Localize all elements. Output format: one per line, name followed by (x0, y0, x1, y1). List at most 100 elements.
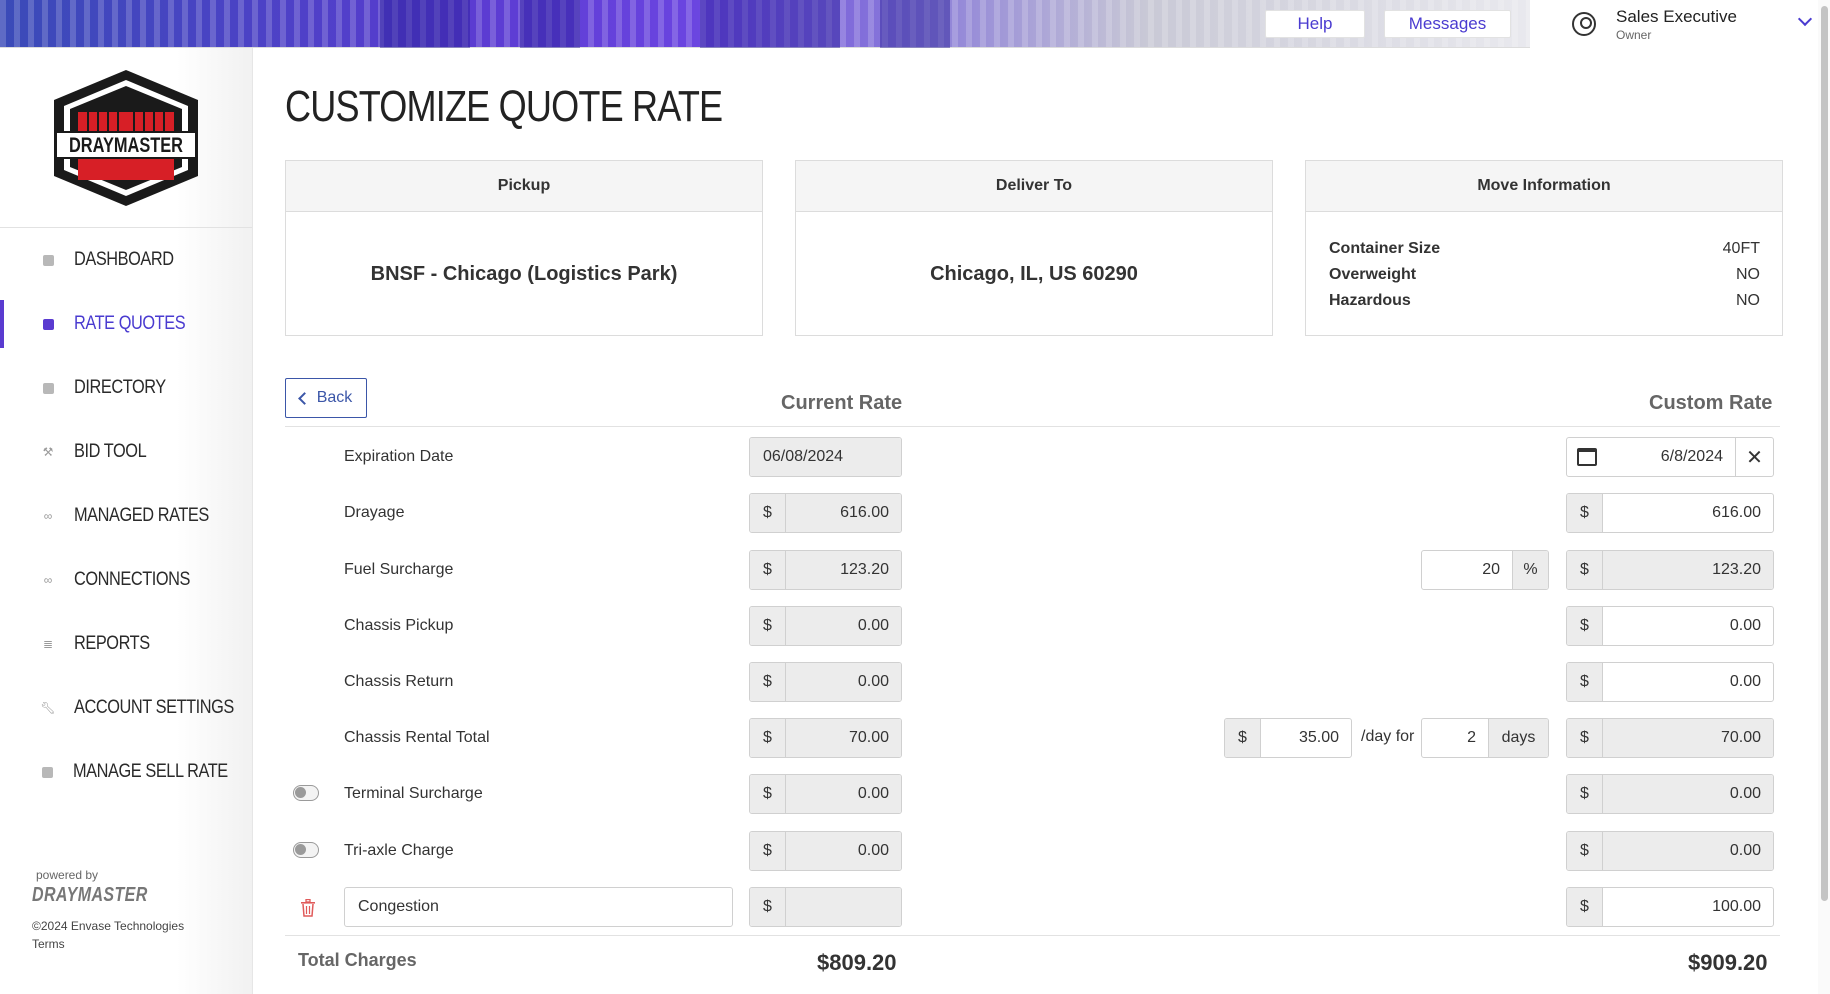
custom-chassis-return-input[interactable]: $ 0.00 (1566, 662, 1774, 702)
current-chassis-return-field: $ 0.00 (749, 662, 902, 702)
custom-drayage-input[interactable]: $ 616.00 (1566, 493, 1774, 533)
chassis-pickup-label: Chassis Pickup (344, 617, 454, 634)
sidebar-item-label: MANAGE SELL RATE (73, 761, 228, 782)
custom-triaxle-charge-value: 0.00 (1603, 832, 1773, 870)
drayage-label: Drayage (344, 504, 405, 521)
terms-link[interactable]: Terms (32, 935, 184, 953)
sidebar-item-reports[interactable]: ≣ REPORTS (0, 612, 252, 676)
terminal-surcharge-label: Terminal Surcharge (344, 785, 483, 802)
checkbox-icon (42, 318, 54, 330)
custom-rate-header: Custom Rate (1649, 392, 1773, 414)
fuel-surcharge-percent-value[interactable]: 20 (1422, 551, 1512, 589)
current-triaxle-charge-field: $ 0.00 (749, 831, 902, 871)
triaxle-charge-toggle[interactable] (293, 842, 319, 858)
custom-charge-name-input[interactable]: Congestion (344, 887, 733, 927)
hazardous-value: NO (1736, 292, 1760, 309)
scrollbar-thumb[interactable] (1821, 6, 1828, 901)
current-expiration-date-value: 06/08/2024 (750, 438, 901, 476)
chassis-per-day-rate-input[interactable]: $ 35.00 (1224, 718, 1352, 758)
custom-terminal-surcharge-field: $ 0.00 (1566, 774, 1774, 814)
current-chassis-return-value: 0.00 (786, 663, 901, 701)
current-total-charges: $809.20 (817, 950, 897, 975)
back-button[interactable]: Back (285, 378, 367, 418)
sidebar-item-rate-quotes[interactable]: RATE QUOTES (0, 292, 252, 356)
custom-congestion-value[interactable]: 100.00 (1603, 888, 1773, 926)
sidebar-item-bid-tool[interactable]: ⚒ BID TOOL (0, 420, 252, 484)
wrench-icon: 🔧︎ (40, 701, 56, 715)
sidebar: DRAYMASTER DASHBOARD RATE QUOTES DIRECTO… (0, 48, 253, 994)
close-icon[interactable]: ✕ (1735, 438, 1773, 476)
dollar-addon: $ (750, 775, 786, 813)
trash-icon[interactable] (300, 899, 316, 917)
chassis-rental-label: Chassis Rental Total (344, 729, 490, 746)
chassis-days-input[interactable]: 2 days (1421, 718, 1549, 758)
move-information-card-header: Move Information (1306, 161, 1782, 212)
sidebar-item-directory[interactable]: DIRECTORY (0, 356, 252, 420)
custom-chassis-pickup-input[interactable]: $ 0.00 (1566, 606, 1774, 646)
dollar-addon: $ (1225, 719, 1261, 757)
sidebar-item-label: CONNECTIONS (74, 569, 191, 590)
top-bar: Help Messages Sales Executive Owner (0, 0, 1830, 48)
current-congestion-value (786, 888, 901, 926)
chassis-return-row: Chassis Return $ 0.00 $ 0.00 (285, 662, 1780, 702)
sidebar-item-label: ACCOUNT SETTINGS (74, 697, 234, 718)
current-terminal-surcharge-value: 0.00 (786, 775, 901, 813)
dollar-addon: $ (750, 494, 786, 532)
messages-button[interactable]: Messages (1384, 10, 1511, 38)
dollar-addon: $ (1567, 888, 1603, 926)
custom-congestion-input[interactable]: $ 100.00 (1566, 887, 1774, 927)
link-icon: ∞ (43, 509, 53, 523)
sidebar-item-manage-sell-rate[interactable]: MANAGE SELL RATE (0, 740, 252, 804)
deliver-to-location: Chicago, IL, US 60290 (930, 262, 1138, 285)
chassis-days-value[interactable]: 2 (1422, 719, 1488, 757)
chevron-down-icon[interactable] (1797, 11, 1813, 27)
dollar-addon: $ (1567, 607, 1603, 645)
fuel-surcharge-percent-input[interactable]: 20 % (1421, 550, 1549, 590)
custom-chassis-pickup-value[interactable]: 0.00 (1603, 607, 1773, 645)
document-icon (42, 766, 53, 778)
custom-chassis-return-value[interactable]: 0.00 (1603, 663, 1773, 701)
dollar-addon: $ (750, 719, 786, 757)
custom-expiration-date-picker[interactable]: 6/8/2024 ✕ (1566, 437, 1774, 477)
overweight-value: NO (1736, 266, 1760, 283)
drayage-row: Drayage $ 616.00 $ 616.00 (285, 493, 1780, 533)
sidebar-item-label: DIRECTORY (74, 377, 166, 398)
user-menu[interactable]: Sales Executive Owner (1570, 4, 1820, 44)
logo[interactable]: DRAYMASTER (0, 48, 252, 228)
triaxle-charge-row: Tri-axle Charge $ 0.00 $ 0.00 (285, 831, 1780, 871)
sidebar-item-managed-rates[interactable]: ∞ MANAGED RATES (0, 484, 252, 548)
triaxle-charge-label: Tri-axle Charge (344, 842, 454, 859)
chassis-pickup-row: Chassis Pickup $ 0.00 $ 0.00 (285, 606, 1780, 646)
current-drayage-value: 616.00 (786, 494, 901, 532)
custom-drayage-value[interactable]: 616.00 (1603, 494, 1773, 532)
sidebar-item-label: REPORTS (74, 633, 150, 654)
dollar-addon: $ (750, 551, 786, 589)
hazardous-label: Hazardous (1329, 292, 1411, 309)
sidebar-item-connections[interactable]: ∞ CONNECTIONS (0, 548, 252, 612)
back-button-label: Back (316, 389, 353, 406)
expiration-date-row: Expiration Date 06/08/2024 6/8/2024 ✕ (285, 437, 1780, 477)
custom-expiration-date-value[interactable]: 6/8/2024 (1607, 438, 1735, 476)
hazardous-row: Hazardous NO (1306, 288, 1782, 314)
dollar-addon: $ (750, 888, 786, 926)
help-button[interactable]: Help (1265, 10, 1365, 38)
sidebar-item-account-settings[interactable]: 🔧︎ ACCOUNT SETTINGS (0, 676, 252, 740)
sidebar-item-label: MANAGED RATES (74, 505, 209, 526)
terminal-surcharge-toggle[interactable] (293, 785, 319, 801)
sidebar-item-dashboard[interactable]: DASHBOARD (0, 228, 252, 292)
current-triaxle-charge-value: 0.00 (786, 832, 901, 870)
days-addon: days (1488, 719, 1548, 757)
pickup-card-header: Pickup (286, 161, 762, 212)
custom-charge-name-value[interactable]: Congestion (345, 888, 732, 926)
deliver-to-card-header: Deliver To (796, 161, 1272, 212)
divider (285, 935, 1780, 936)
current-expiration-date-field: 06/08/2024 (749, 437, 902, 477)
dollar-addon: $ (1567, 832, 1603, 870)
page-scrollbar[interactable] (1818, 0, 1830, 994)
calendar-icon[interactable] (1567, 438, 1607, 476)
dollar-addon: $ (1567, 663, 1603, 701)
chassis-per-day-rate-value[interactable]: 35.00 (1261, 719, 1351, 757)
powered-by-logo: DRAYMASTER (32, 884, 148, 906)
custom-chassis-rental-value: 70.00 (1603, 719, 1773, 757)
sidebar-item-label: DASHBOARD (74, 249, 174, 270)
